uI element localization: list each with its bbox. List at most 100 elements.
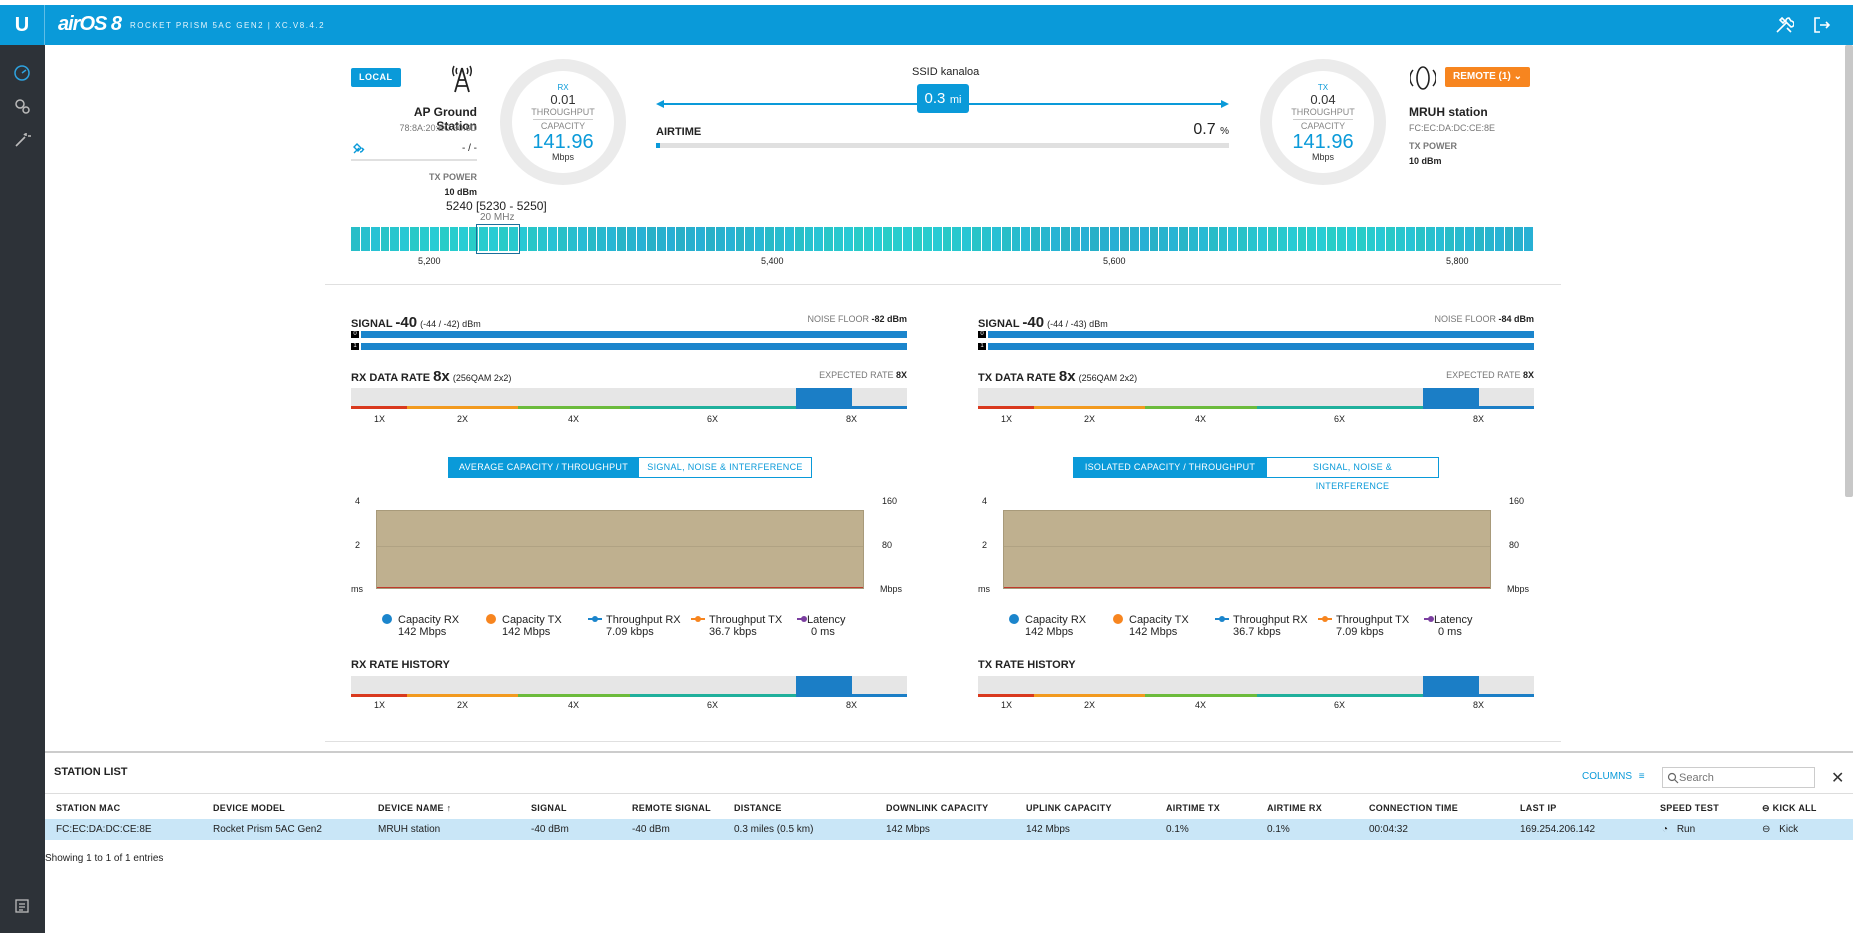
spectrum-segment <box>380 227 390 251</box>
spectrum-segment <box>686 227 696 251</box>
tab-isolated-capacity[interactable]: ISOLATED CAPACITY / THROUGHPUT <box>1073 457 1267 478</box>
left-capacity-chart[interactable] <box>376 510 864 589</box>
spectrum-segment <box>982 227 991 251</box>
list-icon: ≡ <box>1638 771 1645 782</box>
column-header-device-name[interactable]: DEVICE NAME ↑ <box>378 803 451 813</box>
spectrum-segment <box>1060 227 1070 251</box>
spectrum-segment <box>1208 227 1218 251</box>
y-axis-label: ms <box>351 584 363 594</box>
top-bar: U airOS 8 ROCKET PRISM 5AC GEN2 | XC.V8.… <box>0 5 1853 45</box>
ubiquiti-logo-icon[interactable]: U <box>10 13 34 37</box>
spectrum-segment <box>1159 227 1169 251</box>
spectrum-segment <box>656 227 666 251</box>
dashboard-icon[interactable] <box>10 61 34 85</box>
y-axis-label: 4 <box>982 496 988 506</box>
section-divider <box>325 284 1561 285</box>
spectrum-segment <box>1189 227 1198 251</box>
device-model-label: ROCKET PRISM 5AC GEN2 | XC.V8.4.2 <box>130 21 326 30</box>
spectrum-segment <box>1376 227 1386 251</box>
minus-circle-icon: ⊖ <box>1762 824 1771 835</box>
tab-signal-noise-right[interactable]: SIGNAL, NOISE & INTERFERENCE <box>1266 457 1439 491</box>
spectrum-segment <box>834 227 843 251</box>
column-header[interactable]: CONNECTION TIME <box>1369 803 1458 813</box>
left-rate-fill <box>796 388 852 406</box>
spectrum-segment <box>1455 227 1465 251</box>
remote-tx-power: 10 dBm <box>1409 156 1442 166</box>
rate-tick: 1X <box>374 414 386 424</box>
spectrum-segment <box>410 227 420 251</box>
logout-icon[interactable] <box>1810 13 1834 37</box>
spectrum-segment <box>1484 227 1494 251</box>
right-rate-fill <box>1423 388 1479 406</box>
rate-seg-6x <box>1257 406 1423 409</box>
spectrum-segment <box>932 227 942 251</box>
spectrum-bar[interactable] <box>351 227 1534 251</box>
wizard-icon[interactable] <box>10 128 34 152</box>
station-list-title: STATION LIST <box>54 766 128 778</box>
sidebar <box>0 45 45 933</box>
search-input[interactable] <box>1679 770 1811 785</box>
rate-tick: 1X <box>374 700 386 710</box>
spectrum-segment <box>1031 227 1041 251</box>
right-capacity-chart[interactable] <box>1003 510 1491 589</box>
section-divider <box>325 741 1561 742</box>
minus-circle-icon: ⊖ <box>1762 803 1770 813</box>
remote-tx-power-label: TX POWER <box>1409 141 1458 151</box>
spectrum-segment <box>755 227 765 251</box>
speed-test-run-button[interactable]: ◔ Run <box>1662 824 1695 835</box>
column-header[interactable]: DEVICE MODEL <box>213 803 285 813</box>
kick-all-button[interactable]: ⊖ KICK ALL <box>1762 803 1817 814</box>
spectrum-segment <box>1021 227 1031 251</box>
settings-icon[interactable] <box>10 94 34 118</box>
remote-dropdown[interactable]: REMOTE (1) ⌄ <box>1445 67 1530 87</box>
airtime-readout: 0.7 % <box>1150 121 1229 139</box>
left-rate-readout: RX DATA RATE 8x (256QAM 2x2) <box>351 368 511 385</box>
spectrum-segment <box>735 227 745 251</box>
tab-average-capacity[interactable]: AVERAGE CAPACITY / THROUGHPUT <box>448 457 639 478</box>
page-scrollbar[interactable] <box>1845 45 1853 497</box>
column-header[interactable]: REMOTE SIGNAL <box>632 803 711 813</box>
rate-tick: 8X <box>846 700 858 710</box>
left-rate-detail: (256QAM 2x2) <box>452 373 512 383</box>
airtime-bar <box>656 143 1229 148</box>
column-header[interactable]: LAST IP <box>1520 803 1557 813</box>
rx-throughput-value: 0.01 <box>550 92 576 107</box>
column-header[interactable]: SPEED TEST <box>1660 803 1719 813</box>
kick-button[interactable]: ⊖ Kick <box>1762 824 1798 835</box>
column-header[interactable]: STATION MAC <box>56 803 120 813</box>
tools-icon[interactable] <box>1772 13 1796 37</box>
rx-throughput-label: THROUGHPUT <box>531 107 595 117</box>
entries-info: Showing 1 to 1 of 1 entries <box>45 853 164 864</box>
rate-seg-8x <box>796 406 907 409</box>
spectrum-segment <box>1317 227 1327 251</box>
left-signal-value: -40 <box>395 314 418 331</box>
rate-tick: 4X <box>1195 700 1207 710</box>
rate-tick: 4X <box>568 700 580 710</box>
y-axis-label: 4 <box>355 496 361 506</box>
spectrum-segment <box>1465 227 1474 251</box>
rate-tick: 2X <box>457 700 469 710</box>
column-header[interactable]: SIGNAL <box>531 803 567 813</box>
spectrum-segment <box>1228 227 1238 251</box>
rate-tick: 1X <box>1001 414 1013 424</box>
column-header[interactable]: DISTANCE <box>734 803 782 813</box>
column-header[interactable]: AIRTIME TX <box>1166 803 1220 813</box>
tab-signal-noise-left[interactable]: SIGNAL, NOISE & INTERFERENCE <box>638 457 812 478</box>
y-axis-label: 80 <box>1509 540 1520 550</box>
column-header[interactable]: AIRTIME RX <box>1267 803 1322 813</box>
left-rate-label: RX DATA RATE <box>351 372 431 384</box>
column-header[interactable]: UPLINK CAPACITY <box>1026 803 1112 813</box>
log-icon[interactable] <box>10 894 34 918</box>
close-icon[interactable]: ✕ <box>1831 768 1844 788</box>
tx-ring-label: TX <box>1317 83 1329 92</box>
history-seg-2x <box>1034 694 1145 697</box>
rate-tick: 2X <box>1084 414 1096 424</box>
cell-signal: -40 dBm <box>531 824 569 835</box>
columns-button[interactable]: COLUMNS ≡ <box>1582 771 1645 782</box>
column-header[interactable]: DOWNLINK CAPACITY <box>886 803 988 813</box>
spectrum-segment <box>1120 227 1129 251</box>
channel-selector[interactable] <box>476 224 520 254</box>
last-ip-link[interactable]: 169.254.206.142 <box>1520 824 1595 835</box>
spectrum-segment <box>1386 227 1396 251</box>
spectrum-segment <box>1474 227 1484 251</box>
